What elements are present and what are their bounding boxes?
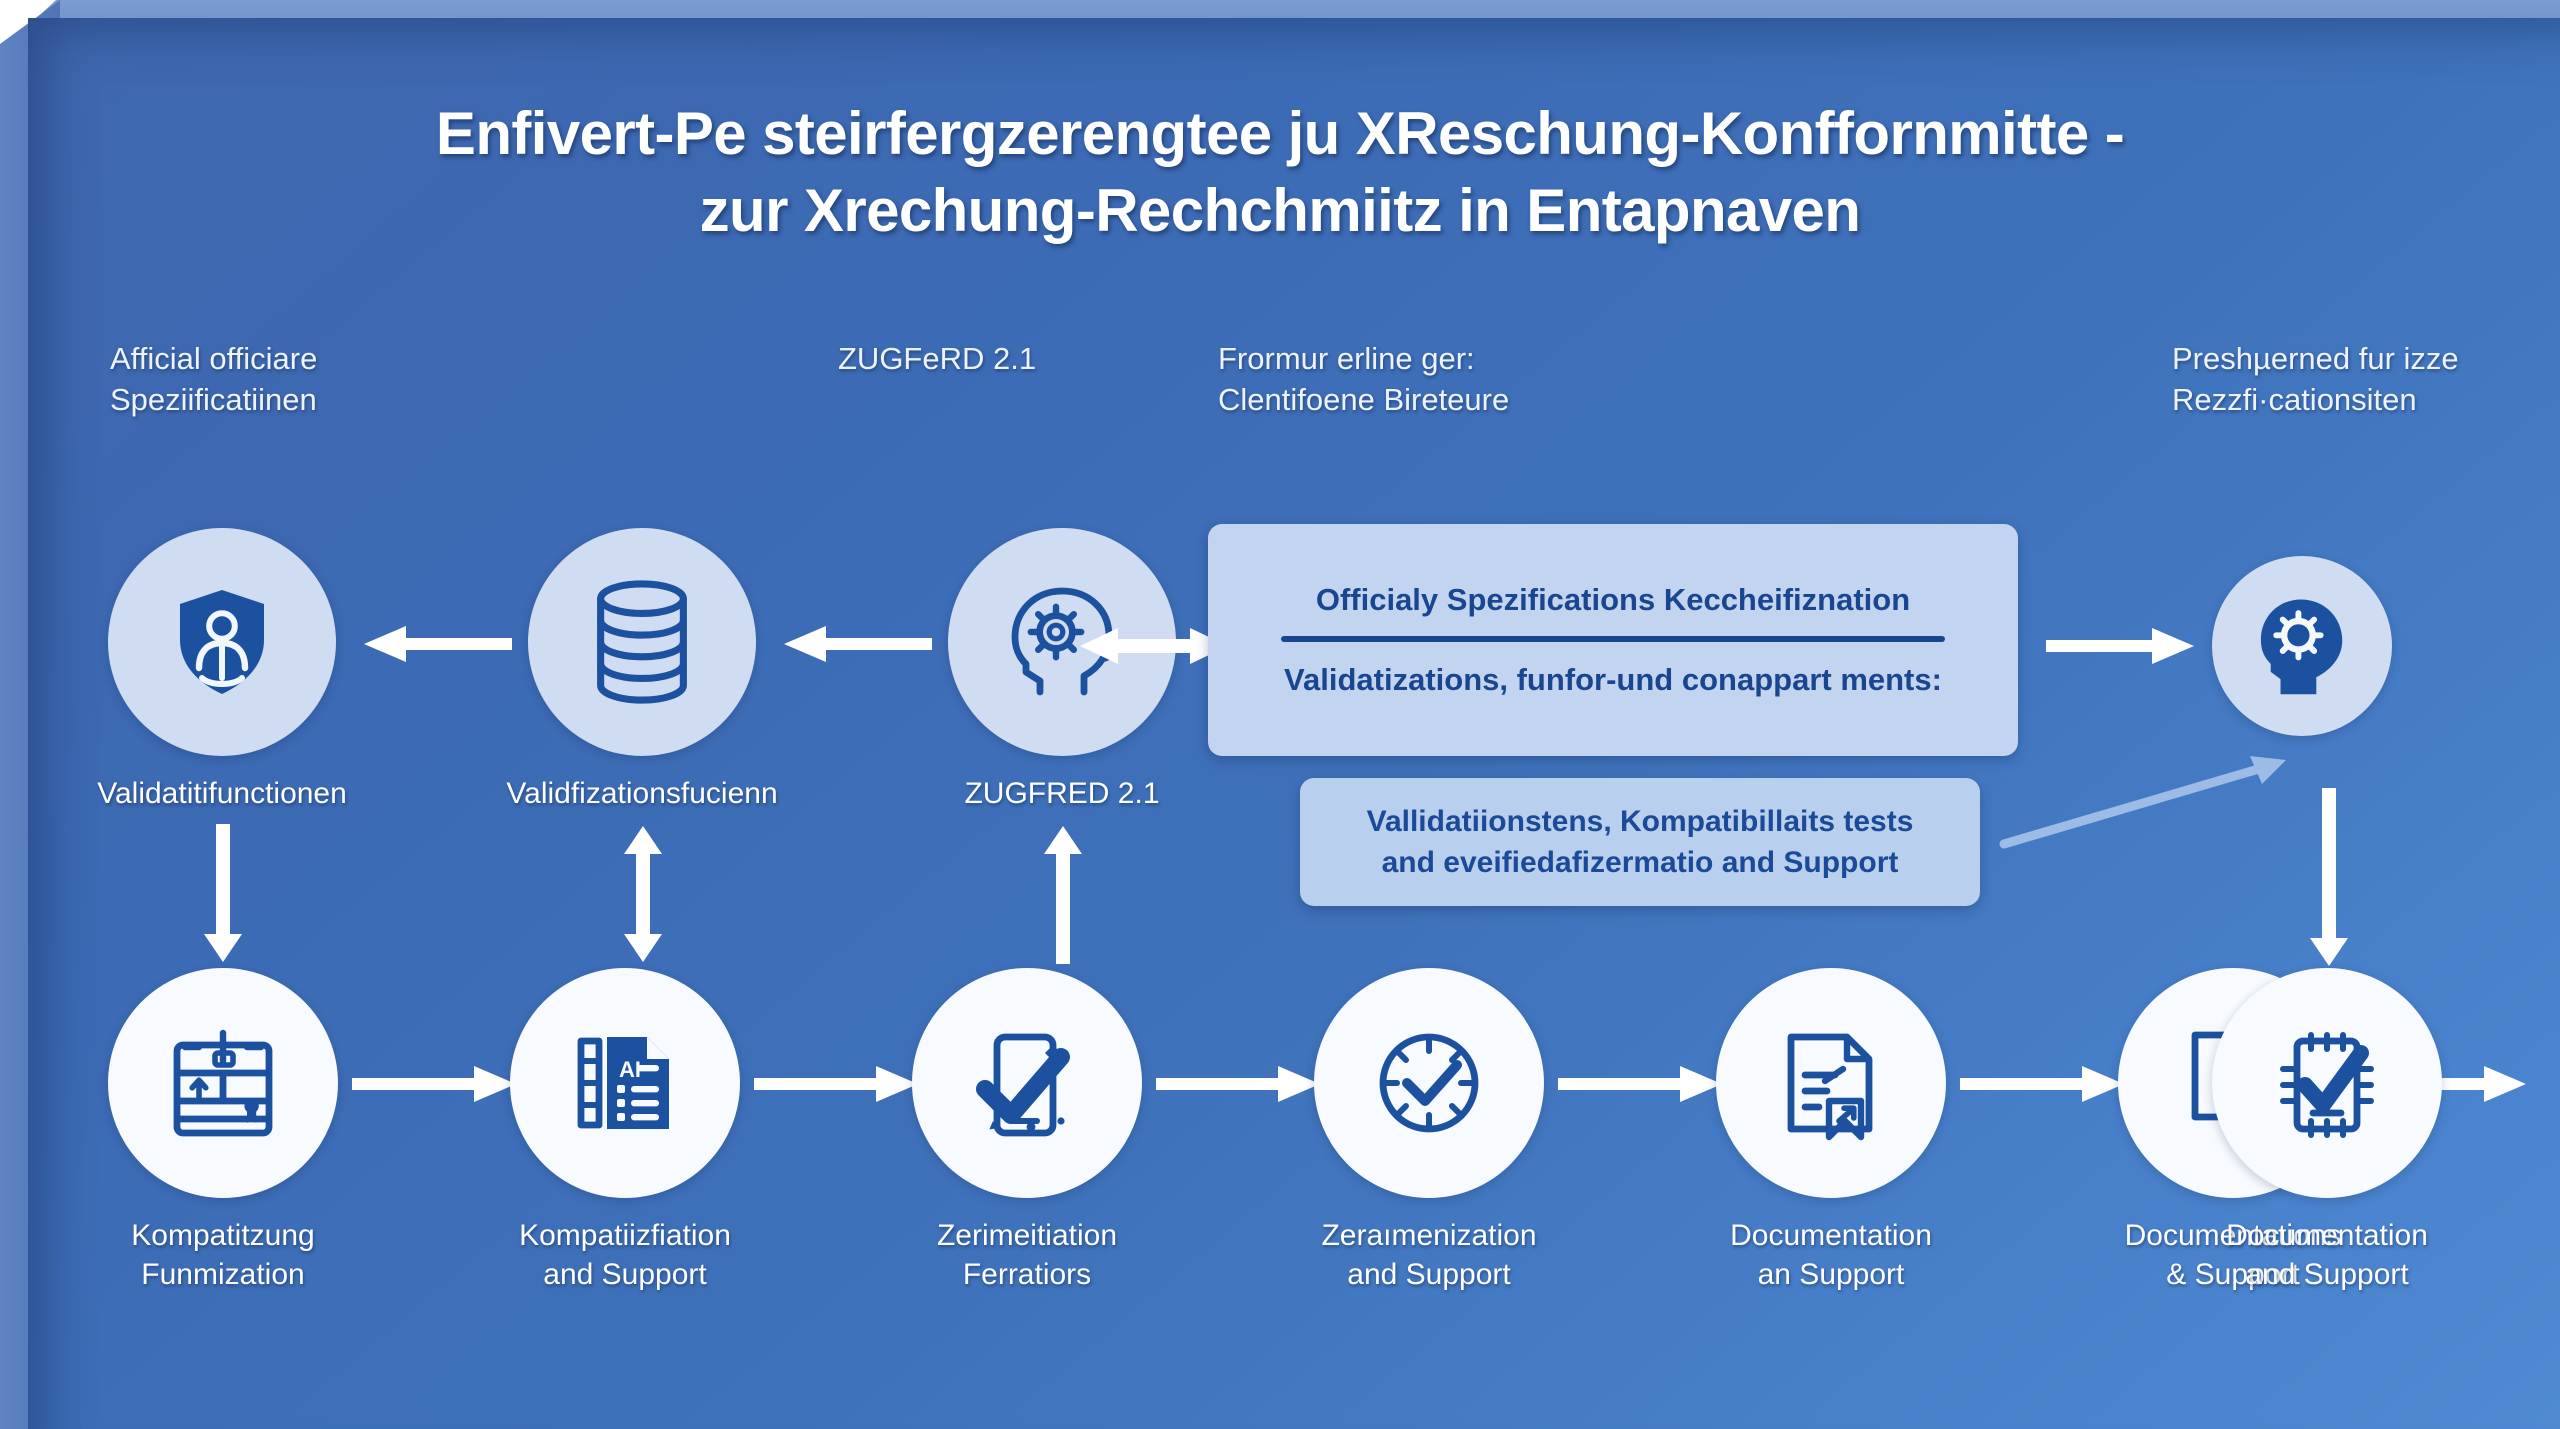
node-circle <box>1314 968 1544 1198</box>
shield-person-icon <box>180 590 264 694</box>
arrow-right-b2-b3 <box>754 1062 920 1106</box>
arrow-up-col3 <box>1036 824 1090 964</box>
diagram-title: Enfivert-Pe steirfergzerengtee ju XResch… <box>280 96 2280 250</box>
node-validation-services[interactable]: Validfizationsfucienn <box>506 528 778 810</box>
arrow-down-col1 <box>196 824 250 964</box>
node-circle <box>1716 968 1946 1198</box>
caption-certification: Preshµerned fur izze Rezzfi·cationsiten <box>2172 338 2560 420</box>
node-label-line-1: Zeraımenization <box>1321 1219 1537 1252</box>
mobile-check-icon <box>976 1033 1070 1137</box>
node-documentation-support-1[interactable]: Documentation an Support <box>1716 968 1946 1291</box>
arrow-left-brain-to-db <box>782 622 932 666</box>
node-certification-iterations[interactable]: Zerimeitiation Ferratiors <box>912 968 1142 1291</box>
node-label-line-1: Documentation <box>1730 1219 1932 1252</box>
arrow-right-callout-to-head <box>2046 624 2196 668</box>
node-label-line-1: Documentation <box>2226 1219 2428 1252</box>
node-compatibility-support[interactable]: AI Kompatiizfiation and Support <box>510 968 740 1291</box>
certificate-clipboard-icon <box>173 1029 273 1137</box>
node-label: ZUGFRED 2.1 <box>964 777 1160 810</box>
arrow-right-b3-b4 <box>1156 1062 1322 1106</box>
node-label-line-1: Kompatitzung <box>131 1219 315 1252</box>
node-circle <box>108 528 336 756</box>
callout-validation-tests[interactable]: Vallidatiionstens, Kompatibillaits tests… <box>1300 778 1980 906</box>
node-label-line-1: Zerimeitiation <box>936 1219 1118 1252</box>
node-label: Documentation and Support <box>2226 1216 2428 1294</box>
node-circle: AI <box>510 968 740 1198</box>
arrow-bidirectional-vertical-col2 <box>616 824 670 964</box>
node-label-line-2: and Support <box>1347 1258 1511 1291</box>
arrow-right-b1-b2 <box>352 1062 518 1106</box>
node-circle <box>108 968 338 1198</box>
callout-subheading: Validatizations, funfor-und conappart me… <box>1284 662 1942 697</box>
arrow-right-b5-b6 <box>1960 1062 2126 1106</box>
node-compatibility-optimization[interactable]: Kompatitzung Funmization <box>108 968 338 1291</box>
node-label: Validfizationsfucienn <box>506 777 778 810</box>
node-label: Kompatitzung Funmization <box>131 1216 314 1294</box>
node-label-line-2: and Support <box>543 1258 707 1291</box>
node-label: Zeraımenization and Support <box>1321 1216 1536 1294</box>
node-circle <box>912 968 1142 1198</box>
arrow-left-db-to-shield <box>362 622 512 666</box>
arrow-down-right-column <box>2302 788 2356 968</box>
node-documentation-support-3[interactable]: Documentation and Support <box>2212 968 2442 1291</box>
callout-divider <box>1280 636 1946 642</box>
caption-line-2: Clentifoene Bireteure <box>1218 382 1510 418</box>
caption-formats: Frormur erline ger: Clentifoene Bireteur… <box>1218 338 1698 420</box>
clock-check-icon <box>1379 1033 1479 1133</box>
node-circle <box>2212 968 2442 1198</box>
caption-line-1: Frormur erline ger: <box>1218 341 1475 376</box>
caption-line-1: Preshµerned fur izze <box>2172 341 2459 376</box>
caption-line-2: Rezzfi·cationsiten <box>2172 382 2417 418</box>
title-line-1: Enfivert-Pe steirfergzerengtee ju XResch… <box>435 100 2125 167</box>
node-label-line-2: and Support <box>2245 1258 2409 1291</box>
callout-line-2: and eveifiedafizermatio and Support <box>1381 846 1899 879</box>
node-label-line-2: an Support <box>1757 1258 1905 1291</box>
ai-document-icon: AI <box>577 1037 669 1129</box>
callout-heading: Officialy Spezifications Keccheifiznatio… <box>1315 581 1911 617</box>
arrow-right-b4-b5 <box>1558 1062 1724 1106</box>
node-certification-head[interactable] <box>2212 556 2392 736</box>
node-circle <box>2212 556 2392 736</box>
node-label: Kompatiizfiation and Support <box>519 1216 731 1294</box>
callout-official-specifications[interactable]: Officialy Spezifications Keccheifiznatio… <box>1208 524 2018 756</box>
node-certification-support[interactable]: Zeraımenization and Support <box>1314 968 1544 1291</box>
caption-line-2: Speziificatiinen <box>110 382 317 418</box>
document-arrow-icon <box>1787 1033 1873 1141</box>
database-stack-icon <box>597 580 687 704</box>
node-circle <box>528 528 756 756</box>
caption-official-specs: Afficial officiare Speziificatiinen <box>110 338 490 420</box>
title-line-2: zur Xrechung-Rechchmiitz in Entapnaven <box>699 176 1861 244</box>
caption-line-1: Afficial officiare <box>110 341 318 376</box>
node-label-line-2: Funmization <box>141 1258 305 1291</box>
node-label-line-2: Ferratiors <box>962 1258 1092 1291</box>
head-gear-filled-icon <box>2260 599 2343 695</box>
arrow-diagonal-callout-to-head <box>1999 740 2300 860</box>
node-label: Documentation an Support <box>1730 1216 1932 1294</box>
diagram-canvas: Enfivert-Pe steirfergzerengtee ju XResch… <box>0 0 2560 1429</box>
caption-zugferd: ZUGFeRD 2.1 <box>838 338 1198 379</box>
node-label-line-1: Kompatiizfiation <box>519 1219 731 1252</box>
node-validation-functions[interactable]: Validatitifunctionen <box>97 528 347 810</box>
node-label: Zerimeitiation Ferratiors <box>937 1216 1117 1294</box>
callout-line-1: Vallidatiionstens, Kompatibillaits tests <box>1366 804 1914 838</box>
checklist-check-icon <box>2280 1032 2374 1138</box>
caption-line-1: ZUGFeRD 2.1 <box>838 341 1037 376</box>
node-label: Validatitifunctionen <box>97 777 347 810</box>
